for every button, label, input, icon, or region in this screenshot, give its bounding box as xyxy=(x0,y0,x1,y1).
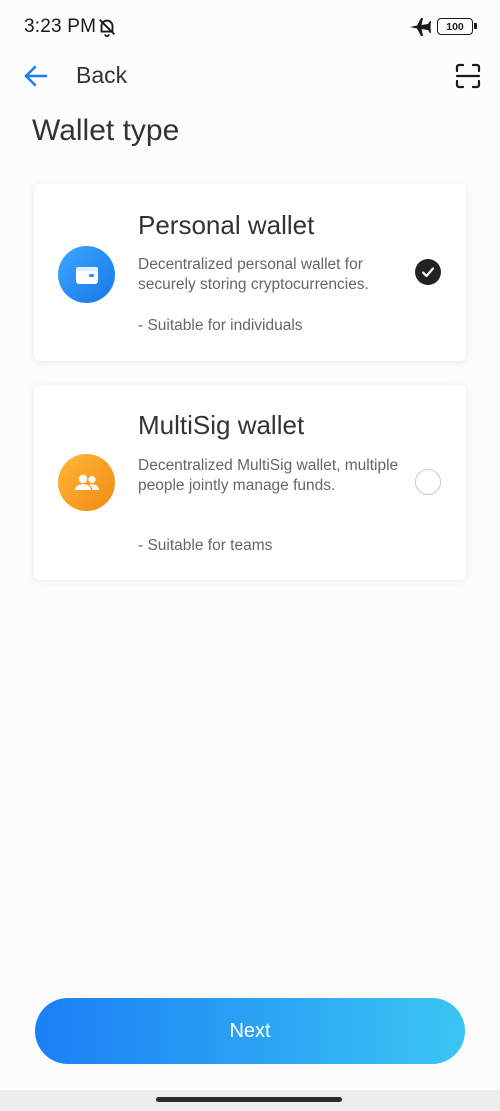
wallet-type-screen: 3:23 PM 100 Back Wallet type Personal wa… xyxy=(0,0,500,1111)
airplane-icon xyxy=(410,18,431,36)
multisig-wallet-option[interactable]: MultiSig wallet Decentralized MultiSig w… xyxy=(34,385,466,580)
checkmark-icon xyxy=(421,267,435,278)
battery-level: 100 xyxy=(446,20,464,33)
option-description: Decentralized MultiSig wallet, multiple … xyxy=(138,457,399,494)
option-description: Decentralized personal wallet for secure… xyxy=(138,256,369,293)
option-audience: - Suitable for individuals xyxy=(138,317,303,334)
home-indicator[interactable] xyxy=(156,1097,342,1102)
battery-icon: 100 xyxy=(437,18,477,35)
back-button[interactable]: Back xyxy=(76,62,127,89)
selected-radio[interactable] xyxy=(415,259,441,285)
personal-wallet-option[interactable]: Personal wallet Decentralized personal w… xyxy=(34,184,466,361)
scan-icon[interactable] xyxy=(454,62,482,90)
bell-off-icon xyxy=(99,19,115,38)
wallet-icon xyxy=(58,246,115,303)
people-icon xyxy=(58,454,115,511)
option-title: MultiSig wallet xyxy=(138,410,305,440)
unselected-radio[interactable] xyxy=(415,469,441,495)
option-audience: - Suitable for teams xyxy=(138,537,273,554)
status-bar: 3:23 PM 100 xyxy=(0,0,500,54)
next-button[interactable]: Next xyxy=(35,998,465,1064)
status-time: 3:23 PM xyxy=(24,16,97,37)
option-title: Personal wallet xyxy=(138,210,315,240)
arrow-left-icon[interactable] xyxy=(22,62,50,90)
system-nav-bar xyxy=(0,1090,500,1111)
page-title: Wallet type xyxy=(32,114,180,147)
